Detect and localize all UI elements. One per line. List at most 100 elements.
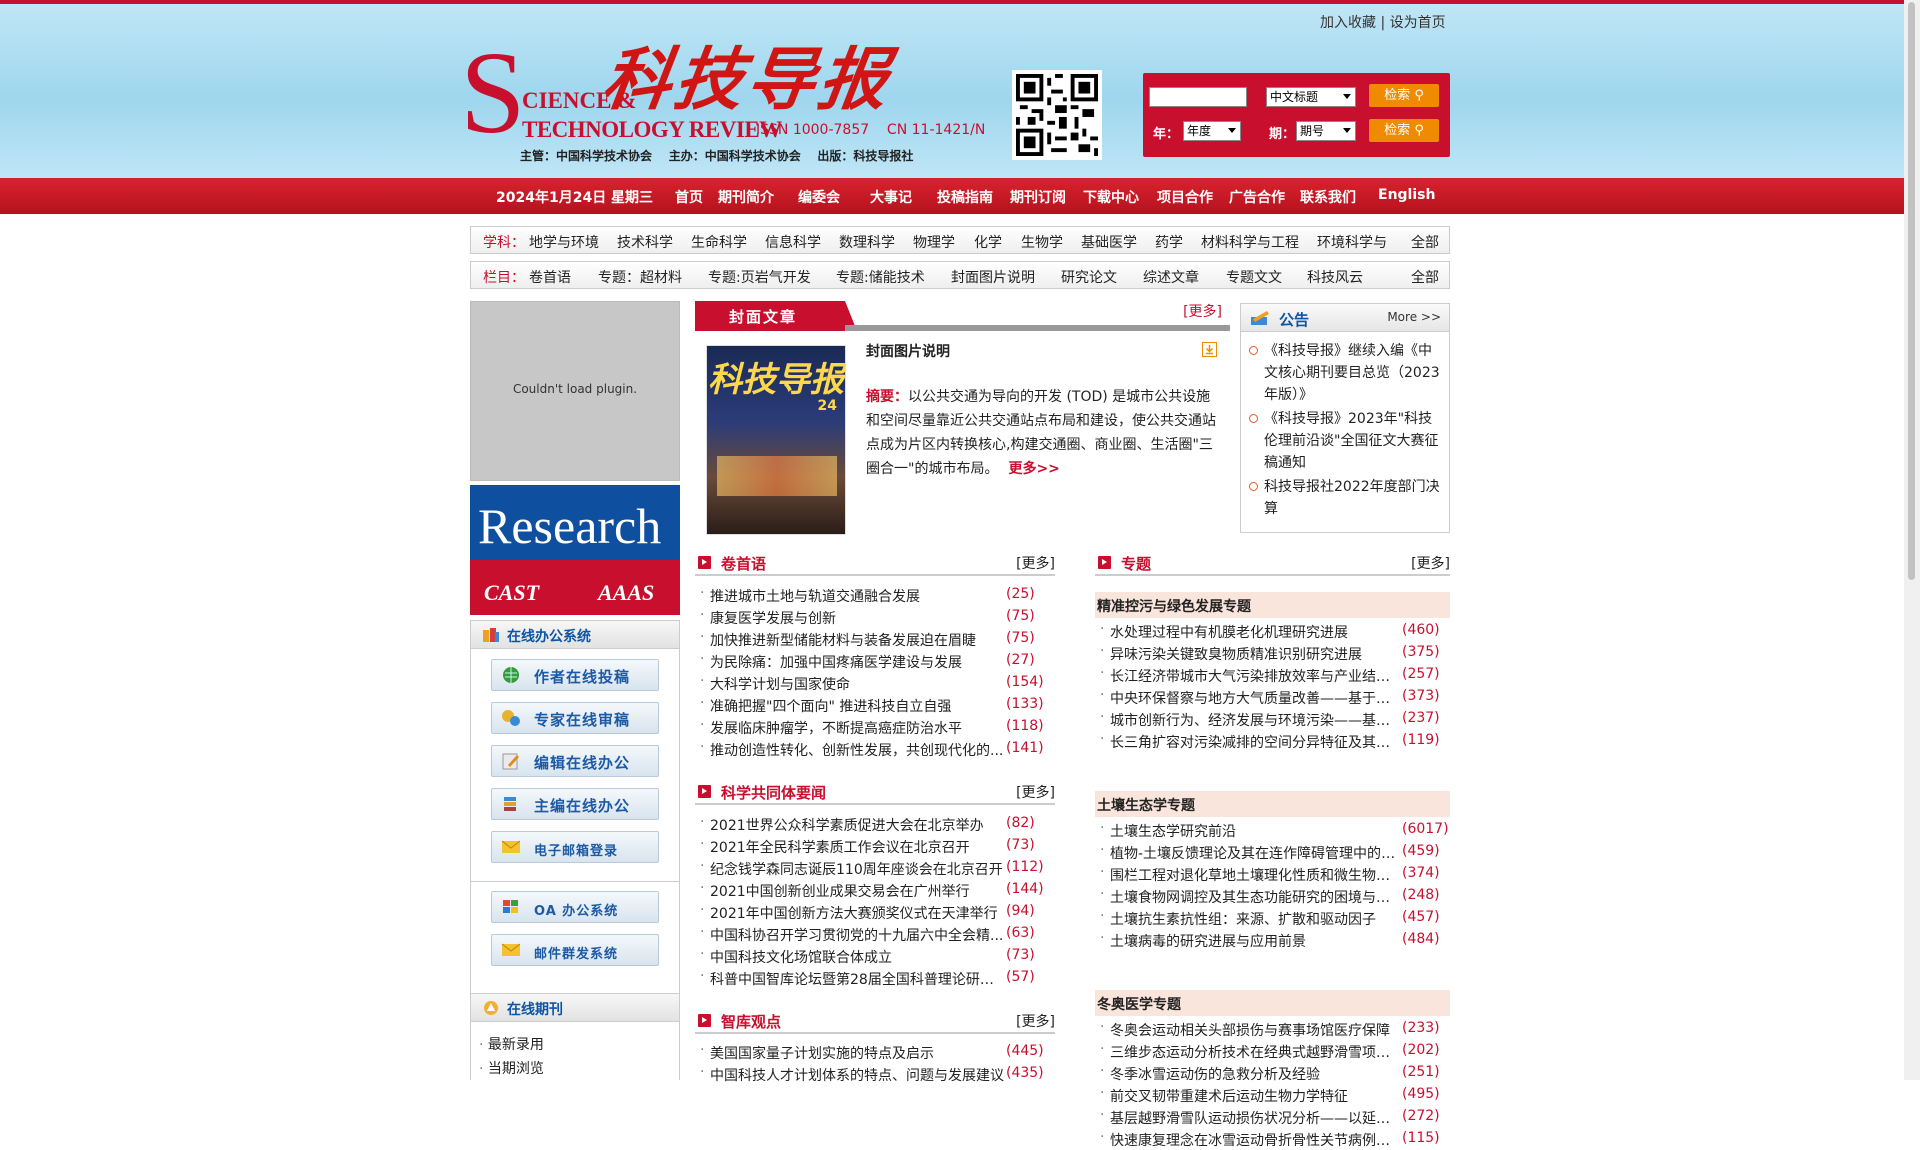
- subject-item[interactable]: 药学: [1155, 232, 1183, 252]
- nav-about[interactable]: 期刊简介: [718, 187, 774, 207]
- subject-item[interactable]: 物理学: [913, 232, 955, 252]
- juanshou-more-link[interactable]: [更多]: [1016, 553, 1055, 573]
- notice-more-link[interactable]: More >>: [1387, 310, 1441, 324]
- community-more-link[interactable]: [更多]: [1016, 782, 1055, 802]
- list-item[interactable]: · 2021年中国创新方法大赛颁奖仪式在天津举行 (94): [700, 902, 1055, 923]
- cover-image[interactable]: 科技导报 24: [706, 345, 846, 535]
- author-submit-button[interactable]: 作者在线投稿: [491, 659, 659, 691]
- mass-mail-button[interactable]: 邮件群发系统: [491, 934, 659, 966]
- column-item[interactable]: 综述文章: [1143, 267, 1199, 287]
- subject-item[interactable]: 环境科学与: [1317, 232, 1387, 252]
- topic-group-title[interactable]: 冬奥医学专题: [1095, 990, 1450, 1016]
- nav-ads[interactable]: 广告合作: [1229, 187, 1285, 207]
- column-item[interactable]: 科技风云: [1307, 267, 1363, 287]
- topics-more-link[interactable]: [更多]: [1411, 553, 1450, 573]
- list-item-title[interactable]: 2021中国创新创业成果交易会在广州举行: [710, 881, 1004, 901]
- list-item[interactable]: · 冬奥会运动相关头部损伤与赛事场馆医疗保障 (233): [1100, 1019, 1450, 1040]
- nav-contact[interactable]: 联系我们: [1300, 187, 1356, 207]
- list-item-title[interactable]: 为民除痛：加强中国疼痛医学建设与发展: [710, 652, 1004, 672]
- issue-search-button[interactable]: 检索 ⚲: [1369, 119, 1439, 142]
- list-item-title[interactable]: 中国科协召开学习贯彻党的十九届六中全会精...: [710, 925, 1004, 945]
- list-item[interactable]: · 水处理过程中有机膜老化机理研究进展 (460): [1100, 621, 1450, 642]
- list-item[interactable]: · 土壤抗生素抗性组：来源、扩散和驱动因子 (457): [1100, 908, 1450, 929]
- nav-home[interactable]: 首页: [675, 187, 703, 207]
- subject-item[interactable]: 基础医学: [1081, 232, 1137, 252]
- list-item-title[interactable]: 2021世界公众科学素质促进大会在北京举办: [710, 815, 1004, 835]
- list-item[interactable]: · 基层越野滑雪队运动损伤状况分析——以延安... (272): [1100, 1107, 1450, 1128]
- list-item[interactable]: · 纪念钱学森同志诞辰110周年座谈会在北京召开 (112): [700, 858, 1055, 879]
- list-item[interactable]: · 中国科技文化场馆联合体成立 (73): [700, 946, 1055, 967]
- list-item[interactable]: · 土壤食物网调控及其生态功能研究的困境与思考 (248): [1100, 886, 1450, 907]
- list-item-title[interactable]: 中国科技人才计划体系的特点、问题与发展建议: [710, 1065, 1004, 1085]
- expert-review-button[interactable]: 专家在线审稿: [491, 702, 659, 734]
- list-item-title[interactable]: 三维步态运动分析技术在经典式越野滑雪项目...: [1110, 1042, 1400, 1062]
- column-item[interactable]: 卷首语: [529, 267, 571, 287]
- nav-projects[interactable]: 项目合作: [1157, 187, 1213, 207]
- list-item-title[interactable]: 冬奥会运动相关头部损伤与赛事场馆医疗保障: [1110, 1020, 1400, 1040]
- list-item-title[interactable]: 水处理过程中有机膜老化机理研究进展: [1110, 622, 1400, 642]
- search-field-select[interactable]: 中文标题: [1266, 87, 1356, 107]
- list-item-title[interactable]: 长江经济带城市大气污染排放效率与产业结构...: [1110, 666, 1400, 686]
- list-item-title[interactable]: 围栏工程对退化草地土壤理化性质和微生物群...: [1110, 865, 1400, 885]
- list-item[interactable]: · 前交叉韧带重建术后运动生物力学特征 (495): [1100, 1085, 1450, 1106]
- list-item[interactable]: · 中国科协召开学习贯彻党的十九届六中全会精... (63): [700, 924, 1055, 945]
- nav-board[interactable]: 编委会: [798, 187, 840, 207]
- subject-item[interactable]: 材料科学与工程: [1201, 232, 1299, 252]
- search-input[interactable]: [1149, 87, 1247, 107]
- list-item-title[interactable]: 土壤生态学研究前沿: [1110, 821, 1400, 841]
- list-item[interactable]: · 2021世界公众科学素质促进大会在北京举办 (82): [700, 814, 1055, 835]
- notice-item[interactable]: 科技导报社2022年度部门决算: [1249, 476, 1445, 520]
- list-item-title[interactable]: 2021年中国创新方法大赛颁奖仪式在天津举行: [710, 903, 1004, 923]
- list-item[interactable]: · 异味污染关键致臭物质精准识别研究进展 (375): [1100, 643, 1450, 664]
- subject-item[interactable]: 生命科学: [691, 232, 747, 252]
- list-item[interactable]: · 长三角扩容对污染减排的空间分异特征及其机制 (119): [1100, 731, 1450, 752]
- list-item[interactable]: · 植物-土壤反馈理论及其在连作障碍管理中的应... (459): [1100, 842, 1450, 863]
- nav-english[interactable]: English: [1378, 187, 1435, 203]
- download-icon[interactable]: [1202, 342, 1217, 357]
- research-banner[interactable]: Research CAST AAAS: [470, 485, 680, 615]
- notice-item[interactable]: 《科技导报》继续入编《中文核心期刊要目总览（2023年版）》: [1249, 340, 1445, 406]
- list-item[interactable]: · 科普中国智库论坛暨第28届全国科普理论研讨... (57): [700, 968, 1055, 989]
- nav-guide[interactable]: 投稿指南: [937, 187, 993, 207]
- list-item[interactable]: · 加快推进新型储能材料与装备发展迫在眉睫 (75): [700, 629, 1055, 650]
- list-item-title[interactable]: 康复医学发展与创新: [710, 608, 1004, 628]
- list-item-title[interactable]: 土壤病毒的研究进展与应用前景: [1110, 931, 1400, 951]
- online-item[interactable]: · 最新录用: [479, 1034, 544, 1054]
- list-item-title[interactable]: 基层越野滑雪队运动损伤状况分析——以延安...: [1110, 1108, 1400, 1128]
- editor-office-button[interactable]: 编辑在线办公: [491, 745, 659, 777]
- nav-subscribe[interactable]: 期刊订阅: [1010, 187, 1066, 207]
- list-item[interactable]: · 康复医学发展与创新 (75): [700, 607, 1055, 628]
- list-item-title[interactable]: 城市创新行为、经济发展与环境污染——基于...: [1110, 710, 1400, 730]
- list-item-title[interactable]: 纪念钱学森同志诞辰110周年座谈会在北京召开: [710, 859, 1004, 879]
- nav-events[interactable]: 大事记: [870, 187, 912, 207]
- add-favorite-link[interactable]: 加入收藏: [1320, 15, 1376, 31]
- list-item-title[interactable]: 冬季冰雪运动伤的急救分析及经验: [1110, 1064, 1400, 1084]
- thinktank-more-link[interactable]: [更多]: [1016, 1011, 1055, 1031]
- list-item[interactable]: · 土壤生态学研究前沿 (6017): [1100, 820, 1450, 841]
- list-item[interactable]: · 围栏工程对退化草地土壤理化性质和微生物群... (374): [1100, 864, 1450, 885]
- list-item[interactable]: · 2021中国创新创业成果交易会在广州举行 (144): [700, 880, 1055, 901]
- search-button[interactable]: 检索 ⚲: [1369, 84, 1439, 107]
- issue-select[interactable]: 期号: [1296, 121, 1356, 141]
- list-item-title[interactable]: 发展临床肿瘤学，不断提高癌症防治水平: [710, 718, 1004, 738]
- list-item[interactable]: · 准确把握"四个面向" 推进科技自立自强 (133): [700, 695, 1055, 716]
- email-login-button[interactable]: 电子邮箱登录: [491, 831, 659, 863]
- list-item-title[interactable]: 推进城市土地与轨道交通融合发展: [710, 586, 1004, 606]
- abstract-more-link[interactable]: 更多>>: [1008, 461, 1059, 477]
- list-item[interactable]: · 推进城市土地与轨道交通融合发展 (25): [700, 585, 1055, 606]
- column-item[interactable]: 专题文文: [1226, 267, 1282, 287]
- list-item[interactable]: · 长江经济带城市大气污染排放效率与产业结构... (257): [1100, 665, 1450, 686]
- list-item[interactable]: · 快速康复理念在冰雪运动骨折骨性关节病例中... (115): [1100, 1129, 1450, 1150]
- subject-item[interactable]: 地学与环境: [529, 232, 599, 252]
- column-item[interactable]: 研究论文: [1061, 267, 1117, 287]
- chief-editor-button[interactable]: 主编在线办公: [491, 788, 659, 820]
- list-item[interactable]: · 为民除痛：加强中国疼痛医学建设与发展 (27): [700, 651, 1055, 672]
- list-item-title[interactable]: 中国科技文化场馆联合体成立: [710, 947, 1004, 967]
- list-item-title[interactable]: 土壤抗生素抗性组：来源、扩散和驱动因子: [1110, 909, 1400, 929]
- notice-item[interactable]: 《科技导报》2023年"科技伦理前沿谈"全国征文大赛征稿通知: [1249, 408, 1445, 474]
- list-item-title[interactable]: 长三角扩容对污染减排的空间分异特征及其机制: [1110, 732, 1400, 752]
- column-item[interactable]: 专题:储能技术: [836, 267, 925, 287]
- list-item-title[interactable]: 推动创造性转化、创新性发展，共创现代化的...: [710, 740, 1004, 760]
- list-item-title[interactable]: 植物-土壤反馈理论及其在连作障碍管理中的应...: [1110, 843, 1400, 863]
- subject-item[interactable]: 技术科学: [617, 232, 673, 252]
